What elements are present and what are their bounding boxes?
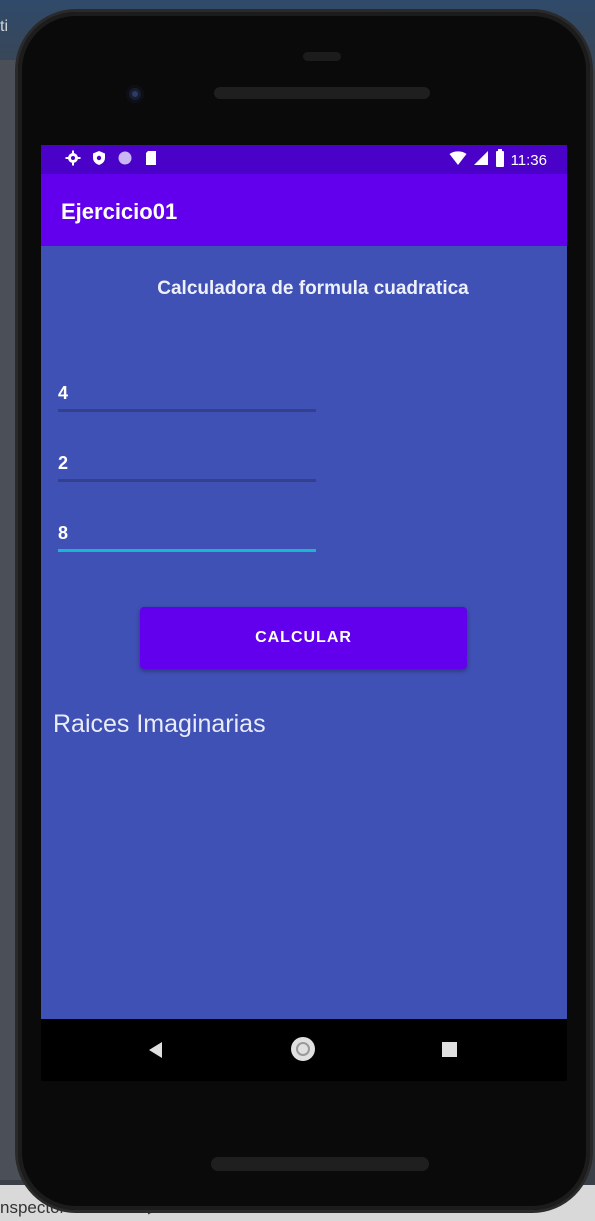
wifi-icon <box>449 150 467 171</box>
coefficient-c-value: 8 <box>58 523 69 543</box>
coefficient-b-input[interactable]: 2 <box>58 451 316 482</box>
status-system-icons: 11:36 <box>449 149 547 172</box>
device-screen: 11:36 Ejercicio01 Calculadora de formula… <box>41 145 567 1019</box>
proximity-sensor <box>303 52 341 61</box>
status-notification-icons <box>65 150 159 166</box>
coefficient-a-input[interactable]: 4 <box>58 381 316 412</box>
home-icon[interactable] <box>291 1037 315 1061</box>
signal-icon <box>473 150 489 171</box>
earpiece-speaker <box>214 87 430 99</box>
coefficient-c-input[interactable]: 8 <box>58 521 316 552</box>
sd-card-icon <box>143 150 159 166</box>
calculate-button[interactable]: CALCULAR <box>140 607 467 669</box>
result-text: Raices Imaginarias <box>53 710 266 738</box>
back-icon[interactable] <box>149 1042 162 1058</box>
shield-icon <box>91 150 107 166</box>
status-time: 11:36 <box>510 152 547 169</box>
app-title: Ejercicio01 <box>61 199 178 224</box>
battery-icon <box>495 149 505 172</box>
ide-top-label: ti <box>0 18 8 35</box>
circle-icon <box>117 150 133 166</box>
coefficient-b-value: 2 <box>58 453 69 473</box>
settings-icon <box>65 150 81 166</box>
page-heading: Calculadora de formula cuadratica <box>157 278 469 299</box>
app-bar: Ejercicio01 <box>41 174 567 246</box>
bottom-speaker <box>211 1157 429 1171</box>
front-camera-icon <box>126 85 144 103</box>
recents-icon[interactable] <box>442 1042 457 1057</box>
status-bar: 11:36 <box>41 145 567 174</box>
navigation-bar <box>41 1019 567 1081</box>
coefficient-a-value: 4 <box>58 383 69 403</box>
